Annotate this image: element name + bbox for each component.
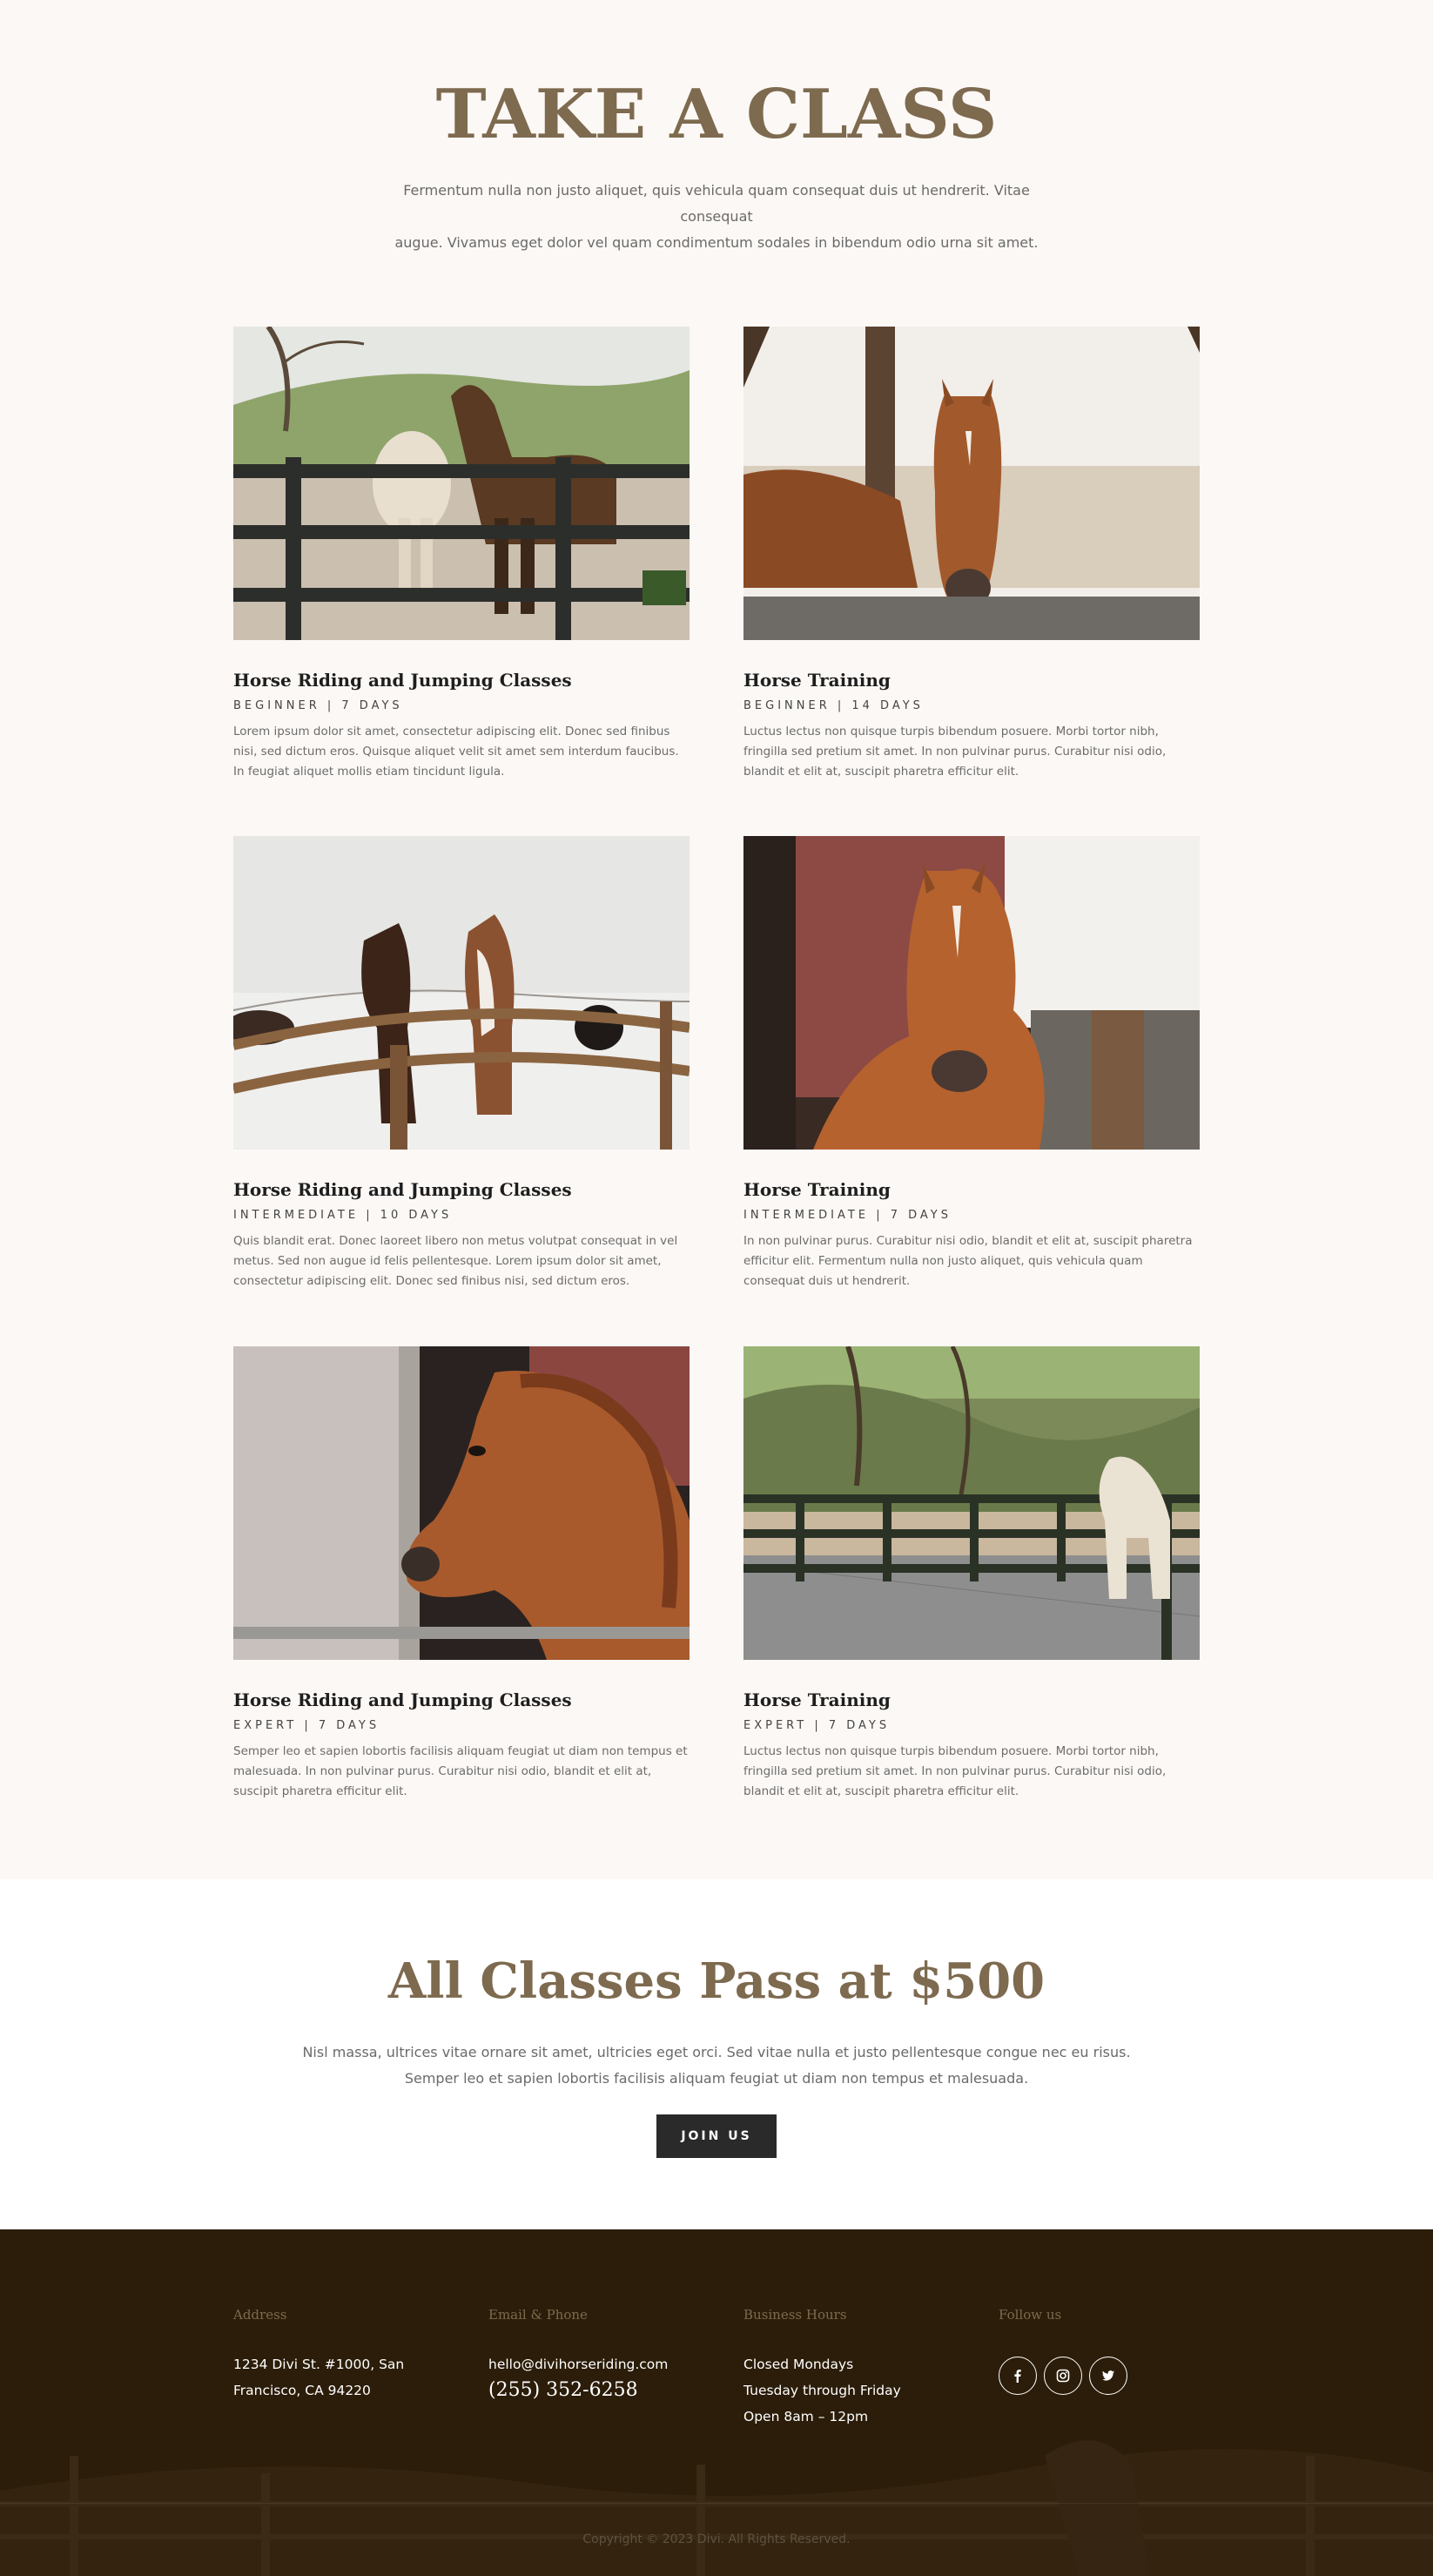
white-horse-at-paddock-photo[interactable] xyxy=(743,1346,1200,1660)
chestnut-horse-in-stable-photo[interactable] xyxy=(743,327,1200,640)
chestnut-horse-by-barn-photo[interactable] xyxy=(743,836,1200,1150)
card-meta: BEGINNER | 14 DAYS xyxy=(743,699,924,712)
contact-heading: Email & Phone xyxy=(488,2307,588,2323)
phone-link[interactable]: (255) 352-6258 xyxy=(488,2377,668,2404)
instagram-icon[interactable] xyxy=(1044,2357,1082,2395)
horses-in-snow-photo[interactable] xyxy=(233,836,690,1150)
card-title[interactable]: Horse Riding and Jumping Classes xyxy=(233,668,690,692)
card-description: Lorem ipsum dolor sit amet, consectetur … xyxy=(233,725,679,779)
two-horses-at-fence-photo[interactable] xyxy=(233,327,690,640)
card-meta: BEGINNER | 7 DAYS xyxy=(233,699,403,712)
pass-line: Nisl massa, ultrices vitae ornare sit am… xyxy=(302,2044,1131,2060)
pass-description: Nisl massa, ultrices vitae ornare sit am… xyxy=(281,2040,1152,2092)
hours-column: Business Hours Closed Mondays Tuesday th… xyxy=(743,2304,901,2430)
facebook-icon[interactable] xyxy=(999,2357,1037,2395)
contact-column: Email & Phone hello@divihorseriding.com … xyxy=(488,2304,668,2404)
card-meta: EXPERT | 7 DAYS xyxy=(743,1719,891,1732)
hours-line: Closed Mondays xyxy=(743,2357,854,2372)
address-line: 1234 Divi St. #1000, San xyxy=(233,2357,405,2372)
horse-head-profile-photo[interactable] xyxy=(233,1346,690,1660)
card-title[interactable]: Horse Riding and Jumping Classes xyxy=(233,1177,690,1202)
intro-line: Fermentum nulla non justo aliquet, quis … xyxy=(403,182,1030,225)
card-title[interactable]: Horse Training xyxy=(743,1688,1200,1712)
address-column: Address 1234 Divi St. #1000, San Francis… xyxy=(233,2304,404,2404)
follow-column: Follow us xyxy=(999,2304,1127,2395)
hours-line: Tuesday through Friday xyxy=(743,2383,901,2398)
email-link[interactable]: hello@divihorseriding.com xyxy=(488,2351,668,2377)
pass-line: Semper leo et sapien lobortis facilisis … xyxy=(404,2070,1029,2087)
hours-heading: Business Hours xyxy=(743,2307,847,2323)
card-description: Luctus lectus non quisque turpis bibendu… xyxy=(743,725,1167,779)
card-description: In non pulvinar purus. Curabitur nisi od… xyxy=(743,1234,1193,1288)
twitter-icon[interactable] xyxy=(1089,2357,1127,2395)
social-links xyxy=(999,2357,1127,2395)
card-description: Quis blandit erat. Donec laoreet libero … xyxy=(233,1234,678,1288)
section-title: TAKE A CLASS xyxy=(435,75,998,154)
card-meta: INTERMEDIATE | 7 DAYS xyxy=(743,1209,952,1222)
hours-line: Open 8am – 12pm xyxy=(743,2409,869,2424)
footer-divider xyxy=(0,2503,1433,2504)
footer-background-image xyxy=(0,2229,1433,2576)
pass-title: All Classes Pass at $500 xyxy=(387,1952,1046,2010)
section-intro: Fermentum nulla non justo aliquet, quis … xyxy=(368,178,1065,256)
card-description: Semper leo et sapien lobortis facilisis … xyxy=(233,1744,688,1798)
card-meta: EXPERT | 7 DAYS xyxy=(233,1719,380,1732)
address-line: Francisco, CA 94220 xyxy=(233,2383,371,2398)
card-meta: INTERMEDIATE | 10 DAYS xyxy=(233,1209,453,1222)
intro-line: augue. Vivamus eget dolor vel quam condi… xyxy=(394,234,1039,251)
card-title[interactable]: Horse Training xyxy=(743,1177,1200,1202)
follow-heading: Follow us xyxy=(999,2307,1062,2323)
join-us-button[interactable]: JOIN US xyxy=(656,2114,777,2158)
card-title[interactable]: Horse Riding and Jumping Classes xyxy=(233,1688,690,1712)
pass-section: All Classes Pass at $500 Nisl massa, ult… xyxy=(0,1879,1433,2229)
copyright-text: Copyright © 2023 Divi. All Rights Reserv… xyxy=(582,2532,851,2546)
card-title[interactable]: Horse Training xyxy=(743,668,1200,692)
footer: Address 1234 Divi St. #1000, San Francis… xyxy=(0,2229,1433,2576)
classes-section: TAKE A CLASS Fermentum nulla non justo a… xyxy=(0,0,1433,1879)
address-heading: Address xyxy=(233,2307,287,2323)
card-description: Luctus lectus non quisque turpis bibendu… xyxy=(743,1744,1167,1798)
